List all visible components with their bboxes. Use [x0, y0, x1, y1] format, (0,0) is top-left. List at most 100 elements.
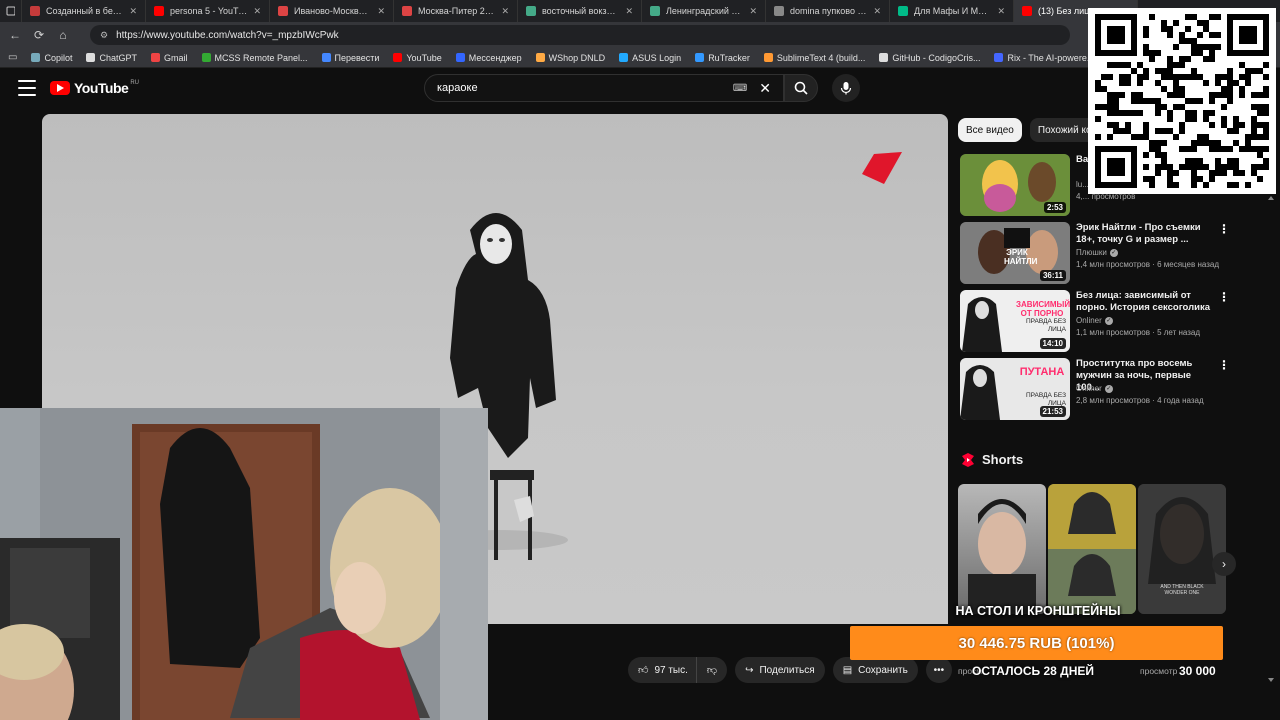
- kebab-menu-icon[interactable]: ⋮: [1218, 290, 1230, 304]
- channel-name[interactable]: Onliner: [1076, 384, 1102, 393]
- like-button[interactable]: 👍︎ 97 тыс.: [628, 657, 696, 683]
- tab-title: (13) Без лица: [1038, 6, 1095, 16]
- short-item[interactable]: AND THEN BLACK WONDER ONE: [1138, 484, 1226, 614]
- video-title[interactable]: Эрик Найтли - Про съемки 18+, точку G и …: [1076, 222, 1212, 246]
- thumbnail-subtext: ПРАВДА БЕЗ ЛИЦА: [1025, 318, 1066, 333]
- back-icon[interactable]: ←: [8, 28, 22, 42]
- chip-all-videos[interactable]: Все видео: [958, 118, 1022, 142]
- tab-title: Созданный в бездне -: [46, 6, 123, 16]
- video-thumbnail[interactable]: ЭРИК НАЙТЛИ 36:11: [960, 222, 1070, 284]
- browser-tab[interactable]: Для Мафы И МИШИ ✕: [890, 0, 1014, 22]
- bookmark-item[interactable]: Перевести: [321, 53, 379, 63]
- tab-favicon-icon: [154, 6, 164, 16]
- browser-tab[interactable]: Москва-Питер 29е.pdf ✕: [394, 0, 518, 22]
- video-duration: 2:53: [1043, 202, 1066, 213]
- tab-close-icon[interactable]: ✕: [625, 6, 633, 17]
- save-button[interactable]: ▤ Сохранить: [832, 657, 918, 683]
- channel-row: Onliner ✓: [1076, 316, 1113, 325]
- bookmark-item[interactable]: ASUS Login: [619, 53, 681, 63]
- bookmark-item[interactable]: GitHub - CodigoCris...: [879, 53, 980, 63]
- shorts-next-button[interactable]: ›: [1212, 552, 1236, 576]
- short-item[interactable]: [1048, 484, 1136, 614]
- bookmark-favicon-icon: [201, 53, 211, 62]
- bookmark-item[interactable]: Copilot: [31, 53, 72, 63]
- tab-close-icon[interactable]: ✕: [873, 6, 881, 17]
- home-icon[interactable]: ⌂: [56, 28, 70, 42]
- bookmark-label: ChatGPT: [99, 52, 137, 63]
- microphone-icon: [840, 82, 852, 95]
- tab-close-icon[interactable]: ✕: [501, 6, 509, 17]
- video-thumbnail[interactable]: ЗАВИСИМЫЙ ОТ ПОРНО ПРАВДА БЕЗ ЛИЦА 14:10: [960, 290, 1070, 352]
- browser-tab[interactable]: Созданный в бездне - ✕: [22, 0, 146, 22]
- dislike-button[interactable]: 👎︎: [695, 657, 728, 683]
- browser-tab[interactable]: persona 5 - YouTube ✕: [146, 0, 270, 22]
- apps-icon[interactable]: ▭: [8, 52, 17, 63]
- search-button[interactable]: [784, 74, 818, 102]
- tab-close-icon[interactable]: ✕: [377, 6, 385, 17]
- views-text-right: просмотр: [1140, 666, 1178, 676]
- menu-icon[interactable]: [18, 80, 36, 96]
- channel-name[interactable]: Onliner: [1076, 316, 1102, 325]
- tab-favicon-icon: [30, 6, 40, 16]
- channel-row: Плюшки ✓: [1076, 248, 1118, 257]
- tab-favicon-icon: [526, 6, 536, 16]
- recommended-video[interactable]: ЗАВИСИМЫЙ ОТ ПОРНО ПРАВДА БЕЗ ЛИЦА 14:10 Б…: [960, 290, 1230, 352]
- recommended-video[interactable]: ЭРИК НАЙТЛИ 36:11 Эрик Найтли - Про съемк…: [960, 222, 1230, 284]
- share-button[interactable]: ↪ Поделиться: [735, 657, 825, 683]
- browser-tab[interactable]: восточный вокзал - G ✕: [518, 0, 642, 22]
- short-item[interactable]: [958, 484, 1046, 614]
- kebab-menu-icon[interactable]: ⋮: [1218, 358, 1230, 372]
- donation-progress-bar: 30 446.75 RUB (101%): [850, 626, 1223, 660]
- browser-tab[interactable]: Иваново-Москва 29е ✕: [270, 0, 394, 22]
- site-info-icon[interactable]: ⚙: [100, 30, 108, 41]
- video-duration: 36:11: [1039, 270, 1066, 281]
- bookmark-label: WShop DNLD: [548, 52, 606, 63]
- bookmark-item[interactable]: YouTube: [393, 53, 442, 63]
- bookmark-item[interactable]: WShop DNLD: [535, 52, 606, 63]
- page-scrollbar[interactable]: [1268, 196, 1274, 682]
- bookmark-item[interactable]: SublimeText 4 (build...: [763, 53, 865, 63]
- tab-close-icon[interactable]: ✕: [997, 6, 1005, 17]
- bookmark-item[interactable]: Мессенджер: [455, 53, 522, 63]
- browser-tab[interactable]: domina пупково номе ✕: [766, 0, 890, 22]
- address-bar[interactable]: ⚙ https://www.youtube.com/watch?v=_mpzbI…: [90, 25, 1070, 45]
- video-title[interactable]: Без лица: зависимый от порно. История се…: [1076, 290, 1212, 314]
- search-input[interactable]: караоке ⌨ ✕: [424, 74, 784, 102]
- qr-code-icon: [1095, 14, 1269, 188]
- browser-tab[interactable]: Ленинградский вокзал ✕: [642, 0, 766, 22]
- tab-close-icon[interactable]: ✕: [129, 6, 137, 17]
- tab-close-icon[interactable]: ✕: [749, 6, 757, 17]
- bookmark-item[interactable]: Rix - The AI-powere...: [994, 53, 1094, 63]
- tab-title: persona 5 - YouTube: [170, 6, 248, 16]
- verified-icon: ✓: [1104, 384, 1113, 393]
- video-thumbnail[interactable]: 2:53: [960, 154, 1070, 216]
- verified-icon: ✓: [1109, 248, 1118, 257]
- tab-favicon-icon: [774, 6, 784, 16]
- tab-close-icon[interactable]: ✕: [253, 6, 261, 17]
- channel-name[interactable]: Плюшки: [1076, 248, 1107, 257]
- video-thumbnail[interactable]: ПУТАНА ПРАВДА БЕЗ ЛИЦА 21:53: [960, 358, 1070, 420]
- like-count: 97 тыс.: [654, 664, 688, 676]
- thumbs-down-icon: 👎︎: [706, 665, 718, 676]
- short-thumbnail: [1048, 484, 1136, 614]
- reload-icon[interactable]: ⟳: [32, 28, 46, 42]
- bookmark-favicon-icon: [31, 53, 41, 62]
- kebab-menu-icon[interactable]: ⋮: [1218, 222, 1230, 236]
- webcam-scene: [0, 408, 488, 720]
- channel-name[interactable]: lu...: [1076, 180, 1089, 189]
- thumbs-up-icon: 👍︎: [638, 665, 649, 676]
- clear-search-icon[interactable]: ✕: [759, 80, 771, 97]
- bookmark-label: MCSS Remote Panel...: [214, 52, 308, 63]
- bookmark-item[interactable]: ChatGPT: [86, 53, 137, 63]
- bookmark-item[interactable]: MCSS Remote Panel...: [201, 52, 308, 63]
- voice-search-button[interactable]: [832, 74, 860, 102]
- keyboard-icon[interactable]: ⌨: [733, 83, 747, 94]
- donation-remaining: ОСТАЛОСЬ 28 ДНЕЙ: [972, 664, 1094, 678]
- tab-actions-icon[interactable]: [0, 0, 22, 22]
- thumbnail-text: ЗАВИСИМЫЙ ОТ ПОРНО: [1016, 300, 1070, 318]
- bookmark-item[interactable]: Gmail: [150, 53, 188, 63]
- youtube-logo[interactable]: YouTube RU: [50, 80, 139, 96]
- recommended-video[interactable]: ПУТАНА ПРАВДА БЕЗ ЛИЦА 21:53 Проститутка п…: [960, 358, 1230, 420]
- more-actions-button[interactable]: •••: [925, 657, 952, 683]
- bookmark-item[interactable]: RuTracker: [695, 53, 750, 63]
